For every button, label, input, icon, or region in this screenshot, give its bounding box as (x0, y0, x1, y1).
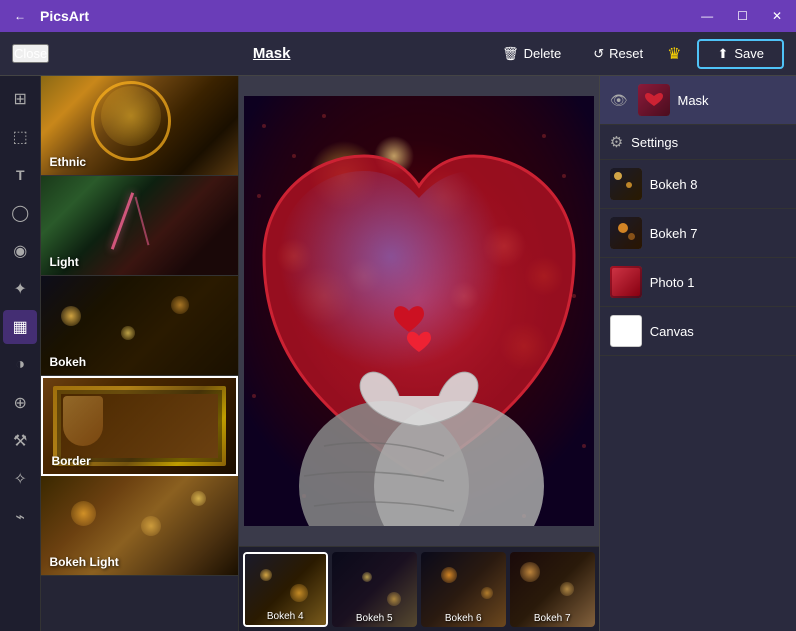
strip-item-bokeh7[interactable]: Bokeh 7 (510, 552, 595, 627)
minimize-button[interactable]: — (695, 7, 719, 25)
layer-thumb-canvas (610, 315, 642, 347)
right-panel: 👁 Mask ⚙ Settings (599, 76, 796, 631)
filter-border-label: Border (51, 454, 90, 468)
toolbar-actions: 🗑 Delete ↺ Reset ♛ ⬆ Save (494, 39, 784, 69)
filter-light-label: Light (49, 255, 78, 269)
layer-bokeh7-name: Bokeh 7 (650, 226, 698, 241)
adjust-tool[interactable]: ◑ (3, 348, 37, 382)
filter-bokehlight[interactable]: Bokeh Light (41, 476, 237, 576)
layer-thumb-mask (638, 84, 670, 116)
titlebar-left: ← PicsArt (8, 7, 89, 25)
upload-icon: ⬆ (717, 46, 728, 62)
layer-mask[interactable]: 👁 Mask (600, 76, 796, 125)
delete-button[interactable]: 🗑 Delete (494, 42, 569, 66)
filter-bokeh[interactable]: Bokeh (41, 276, 237, 376)
layer-thumb-photo1 (610, 266, 642, 298)
visibility-icon[interactable]: 👁 (610, 92, 628, 109)
filter-light[interactable]: Light (41, 176, 237, 276)
strip-item-bokeh5[interactable]: Bokeh 5 (332, 552, 417, 627)
close-label-button[interactable]: Close (12, 44, 49, 63)
layer-bokeh7[interactable]: Bokeh 7 (600, 209, 796, 258)
filter-ethnic-label: Ethnic (49, 155, 86, 169)
text-tool[interactable]: T (3, 158, 37, 192)
layer-canvas[interactable]: Canvas (600, 307, 796, 356)
delete-label: Delete (524, 46, 562, 61)
filter-border[interactable]: Border (41, 376, 237, 476)
filter-bokeh-label: Bokeh (49, 355, 86, 369)
left-tools: ⊞ ⬚ T ◯ ◉ ✦ ▦ ◑ ⊕ ⚒ ✧ ⌁ (0, 76, 41, 631)
layer-photo1[interactable]: Photo 1 (600, 258, 796, 307)
layer-canvas-name: Canvas (650, 324, 694, 339)
reset-button[interactable]: ↺ Reset (585, 42, 651, 66)
canvas-image (244, 96, 594, 526)
bottom-strip: Bokeh 4 Bokeh 5 Bokeh 6 (239, 546, 599, 631)
settings-label: Settings (631, 135, 678, 150)
grid-tool[interactable]: ⊞ (3, 82, 37, 116)
reset-label: Reset (609, 46, 643, 61)
sparkle-tool[interactable]: ✧ (3, 462, 37, 496)
toolbar: Close Mask 🗑 Delete ↺ Reset ♛ ⬆ Save (0, 32, 796, 76)
strip-item-bokeh4[interactable]: Bokeh 4 (243, 552, 328, 627)
save-button[interactable]: ⬆ Save (697, 39, 784, 69)
layer-thumb-bokeh7 (610, 217, 642, 249)
effects-tool[interactable]: ✦ (3, 272, 37, 306)
blend-tool[interactable]: ⊕ (3, 386, 37, 420)
save-label: Save (734, 46, 764, 61)
toolbar-title: Mask (65, 45, 478, 62)
strip-item-bokeh6[interactable]: Bokeh 6 (421, 552, 506, 627)
titlebar-controls: — ☐ ✕ (695, 7, 788, 25)
sticker-tool[interactable]: ◉ (3, 234, 37, 268)
layer-thumb-bokeh8 (610, 168, 642, 200)
titlebar: ← PicsArt — ☐ ✕ (0, 0, 796, 32)
draw-tool[interactable]: ◯ (3, 196, 37, 230)
layer-bokeh8-name: Bokeh 8 (650, 177, 698, 192)
canvas-svg (244, 96, 594, 526)
layer-mask-name: Mask (678, 93, 709, 108)
filter-ethnic[interactable]: Ethnic (41, 76, 237, 176)
crown-icon: ♛ (667, 44, 681, 64)
close-button[interactable]: ✕ (766, 7, 788, 25)
canvas-main[interactable] (239, 76, 599, 546)
layer-photo1-name: Photo 1 (650, 275, 695, 290)
strip-bokeh5-label: Bokeh 5 (332, 613, 417, 624)
crop-tool[interactable]: ⬚ (3, 120, 37, 154)
strip-bokeh7-label: Bokeh 7 (510, 613, 595, 624)
filter-bokehlight-label: Bokeh Light (49, 555, 118, 569)
gear-icon: ⚙ (610, 133, 623, 151)
layers-tool[interactable]: ▦ (3, 310, 37, 344)
strip-bokeh6-label: Bokeh 6 (421, 613, 506, 624)
reset-icon: ↺ (593, 46, 604, 62)
canvas-area: Bokeh 4 Bokeh 5 Bokeh 6 (239, 76, 599, 631)
maximize-button[interactable]: ☐ (731, 7, 754, 25)
layer-bokeh8[interactable]: Bokeh 8 (600, 160, 796, 209)
settings-item[interactable]: ⚙ Settings (600, 125, 796, 160)
brush-tool[interactable]: ⌁ (3, 500, 37, 534)
tools-tool[interactable]: ⚒ (3, 424, 37, 458)
back-button[interactable]: ← (8, 7, 32, 25)
strip-bokeh4-label: Bokeh 4 (245, 611, 326, 622)
app-title: PicsArt (40, 8, 89, 24)
main-layout: ⊞ ⬚ T ◯ ◉ ✦ ▦ ◑ ⊕ ⚒ ✧ ⌁ Ethnic Light (0, 76, 796, 631)
delete-icon: 🗑 (502, 46, 519, 62)
filter-panel: Ethnic Light Bokeh Border (41, 76, 238, 631)
